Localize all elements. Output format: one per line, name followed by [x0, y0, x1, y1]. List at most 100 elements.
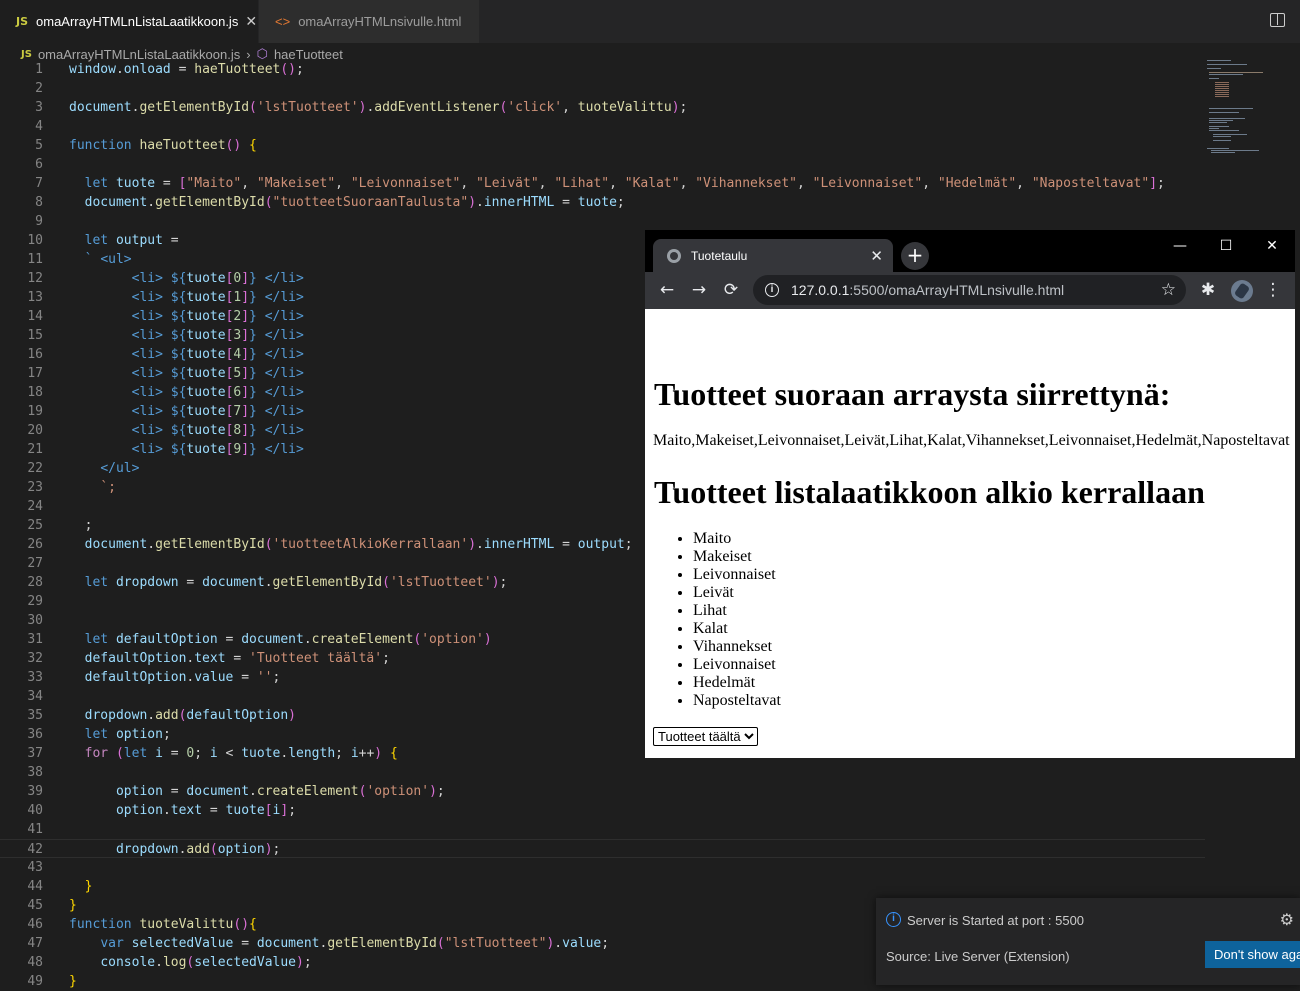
- code-text[interactable]: document.getElementById('lstTuotteet').a…: [69, 98, 687, 117]
- line-number: 46: [27, 917, 43, 932]
- back-icon[interactable]: ←: [656, 279, 678, 301]
- editor-tab-js[interactable]: JS omaArrayHTMLnListaLaatikkoon.js ✕: [0, 0, 258, 43]
- close-tab-icon[interactable]: ✕: [870, 247, 883, 265]
- code-text[interactable]: function haeTuotteet() {: [69, 136, 257, 155]
- close-icon[interactable]: ✕: [245, 13, 257, 30]
- code-text[interactable]: console.log(selectedValue);: [69, 953, 311, 972]
- code-line[interactable]: 43: [0, 858, 1205, 877]
- code-text[interactable]: <li> ${tuote[6]} </li>: [69, 383, 304, 402]
- line-number: 28: [27, 575, 43, 590]
- reload-icon[interactable]: ⟳: [720, 279, 742, 301]
- code-line[interactable]: 39 option = document.createElement('opti…: [0, 782, 1205, 801]
- globe-icon: [667, 248, 681, 263]
- profile-avatar[interactable]: [1231, 280, 1253, 302]
- code-text[interactable]: ;: [69, 516, 93, 535]
- site-info-icon[interactable]: i: [765, 283, 779, 297]
- code-text[interactable]: dropdown.add(defaultOption): [69, 706, 296, 725]
- code-text[interactable]: `;: [69, 478, 116, 497]
- code-line[interactable]: 8 document.getElementById("tuotteetSuora…: [0, 193, 1205, 212]
- code-line[interactable]: 2: [0, 79, 1205, 98]
- code-text[interactable]: <li> ${tuote[2]} </li>: [69, 307, 304, 326]
- code-text[interactable]: </ul>: [69, 459, 139, 478]
- code-text[interactable]: <li> ${tuote[7]} </li>: [69, 402, 304, 421]
- notification-toast: i Server is Started at port : 5500 ⚙ Sou…: [876, 898, 1300, 985]
- code-text[interactable]: ` <ul>: [69, 250, 132, 269]
- menu-kebab-icon[interactable]: ⋮: [1262, 279, 1284, 301]
- code-text[interactable]: let tuote = ["Maito", "Makeiset", "Leivo…: [69, 174, 1165, 193]
- line-number: 6: [35, 157, 43, 172]
- new-tab-button[interactable]: +: [901, 242, 929, 270]
- line-number: 8: [35, 195, 43, 210]
- code-line[interactable]: 40 option.text = tuote[i];: [0, 801, 1205, 820]
- line-number: 47: [27, 936, 43, 951]
- line-number: 15: [27, 328, 43, 343]
- line-number: 41: [27, 822, 43, 837]
- line-number: 37: [27, 746, 43, 761]
- forward-icon[interactable]: →: [688, 279, 710, 301]
- code-text[interactable]: }: [69, 972, 77, 991]
- line-number: 33: [27, 670, 43, 685]
- line-number: 2: [35, 81, 43, 96]
- page-heading-array: Tuotteet suoraan arraysta siirrettynä:: [654, 376, 1171, 412]
- code-text[interactable]: <li> ${tuote[1]} </li>: [69, 288, 304, 307]
- code-line[interactable]: 3 document.getElementById('lstTuotteet').…: [0, 98, 1205, 117]
- code-text[interactable]: let dropdown = document.getElementById('…: [69, 573, 508, 592]
- code-text[interactable]: window.onload = haeTuotteet();: [69, 60, 304, 79]
- line-number: 32: [27, 651, 43, 666]
- code-text[interactable]: option.text = tuote[i];: [69, 801, 296, 820]
- close-window-icon[interactable]: ✕: [1250, 234, 1294, 258]
- code-line[interactable]: 41: [0, 820, 1205, 839]
- page-heading-listbox: Tuotteet listalaatikkoon alkio kerrallaa…: [654, 474, 1205, 510]
- code-text[interactable]: for (let i = 0; i < tuote.length; i++) {: [69, 744, 398, 763]
- web-page: Tuotteet suoraan arraysta siirrettynä: M…: [645, 309, 1295, 758]
- product-list: Maito Makeiset Leivonnaiset Leivät Lihat…: [693, 530, 781, 710]
- extensions-puzzle-icon[interactable]: ✱: [1197, 279, 1219, 301]
- line-number: 9: [35, 214, 43, 229]
- browser-window: Tuotetaulu ✕ + — ☐ ✕ ← → ⟳ i 127.0.0.1:5…: [645, 230, 1295, 758]
- code-text[interactable]: let defaultOption = document.createEleme…: [69, 630, 492, 649]
- dont-show-again-button[interactable]: Don't show again: [1205, 941, 1300, 968]
- code-text[interactable]: <li> ${tuote[4]} </li>: [69, 345, 304, 364]
- code-line[interactable]: 42 dropdown.add(option);: [0, 839, 1205, 858]
- code-text[interactable]: document.getElementById('tuotteetAlkioKe…: [69, 535, 633, 554]
- code-text[interactable]: <li> ${tuote[9]} </li>: [69, 440, 304, 459]
- code-line[interactable]: 5 function haeTuotteet() {: [0, 136, 1205, 155]
- code-line[interactable]: 7 let tuote = ["Maito", "Makeiset", "Lei…: [0, 174, 1205, 193]
- code-text[interactable]: defaultOption.value = '';: [69, 668, 281, 687]
- code-line[interactable]: 44 }: [0, 877, 1205, 896]
- code-text[interactable]: let option;: [69, 725, 171, 744]
- code-text[interactable]: <li> ${tuote[8]} </li>: [69, 421, 304, 440]
- code-text[interactable]: <li> ${tuote[5]} </li>: [69, 364, 304, 383]
- bookmark-star-icon[interactable]: ☆: [1161, 280, 1176, 300]
- code-line[interactable]: 1 window.onload = haeTuotteet();: [0, 60, 1205, 79]
- product-dropdown[interactable]: Tuotteet täältä: [653, 727, 758, 746]
- code-text[interactable]: function tuoteValittu(){: [69, 915, 257, 934]
- line-number: 16: [27, 347, 43, 362]
- editor-tab-html[interactable]: <> omaArrayHTMLnsivulle.html: [259, 0, 479, 43]
- code-text[interactable]: }: [69, 877, 93, 896]
- code-text[interactable]: var selectedValue = document.getElementB…: [69, 934, 609, 953]
- code-line[interactable]: 38: [0, 763, 1205, 782]
- code-text[interactable]: document.getElementById("tuotteetSuoraan…: [69, 193, 625, 212]
- code-text[interactable]: let output =: [69, 231, 179, 250]
- line-number: 27: [27, 556, 43, 571]
- code-line[interactable]: 9: [0, 212, 1205, 231]
- code-text[interactable]: <li> ${tuote[3]} </li>: [69, 326, 304, 345]
- code-line[interactable]: 4: [0, 117, 1205, 136]
- code-text[interactable]: }: [69, 896, 77, 915]
- code-text[interactable]: option = document.createElement('option'…: [69, 782, 445, 801]
- code-text[interactable]: defaultOption.text = 'Tuotteet täältä';: [69, 649, 390, 668]
- line-number: 31: [27, 632, 43, 647]
- gear-icon[interactable]: ⚙: [1280, 910, 1294, 930]
- code-text[interactable]: dropdown.add(option);: [69, 840, 280, 859]
- split-editor-icon[interactable]: [1270, 13, 1285, 27]
- code-line[interactable]: 6: [0, 155, 1205, 174]
- code-text[interactable]: <li> ${tuote[0]} </li>: [69, 269, 304, 288]
- plain-product-list: Maito,Makeiset,Leivonnaiset,Leivät,Lihat…: [653, 432, 1290, 449]
- minimize-icon[interactable]: —: [1158, 234, 1202, 258]
- minimap[interactable]: [1205, 60, 1265, 160]
- browser-tab[interactable]: Tuotetaulu ✕: [653, 239, 893, 272]
- maximize-icon[interactable]: ☐: [1204, 234, 1248, 258]
- address-bar[interactable]: i 127.0.0.1:5500/omaArrayHTMLnsivulle.ht…: [753, 275, 1186, 305]
- list-item: Naposteltavat: [693, 692, 781, 710]
